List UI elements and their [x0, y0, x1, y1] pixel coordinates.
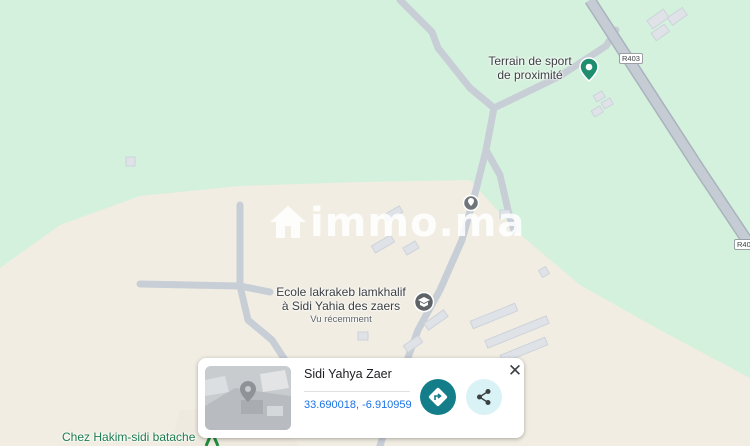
poi-sport-line2: de proximité: [497, 68, 563, 82]
watermark: immo.ma: [266, 200, 525, 254]
directions-icon: [428, 387, 448, 407]
watermark-text: immo.ma: [310, 200, 526, 246]
poi-sport-label[interactable]: Terrain de sport de proximité: [480, 54, 580, 82]
close-button[interactable]: ✕: [504, 360, 526, 382]
school-icon[interactable]: [413, 291, 435, 313]
place-photo[interactable]: [205, 366, 291, 430]
poi-bottom-label[interactable]: Chez Hakim-sidi batache: [62, 430, 195, 444]
poi-sport-line1: Terrain de sport: [488, 54, 572, 68]
place-coordinates[interactable]: 33.690018, -6.910959: [304, 399, 412, 411]
card-divider: [304, 391, 410, 392]
road-shield-r40: R40: [734, 239, 750, 250]
place-title: Sidi Yahya Zaer: [304, 367, 392, 381]
place-card[interactable]: Sidi Yahya Zaer 33.690018, -6.910959 ✕: [198, 358, 524, 438]
share-button[interactable]: [466, 379, 502, 415]
directions-button[interactable]: [420, 379, 456, 415]
house-icon: [266, 200, 310, 254]
poi-school-line2: à Sidi Yahia des zaers: [281, 299, 401, 313]
share-icon: [477, 389, 491, 405]
poi-school-line1: Ecole lakrakeb lamkhalif: [276, 285, 406, 299]
poi-school-sub: Vu récemment: [310, 314, 372, 325]
road-shield-r403: R403: [619, 53, 643, 64]
poi-school-label[interactable]: Ecole lakrakeb lamkhalif à Sidi Yahia de…: [266, 285, 416, 327]
